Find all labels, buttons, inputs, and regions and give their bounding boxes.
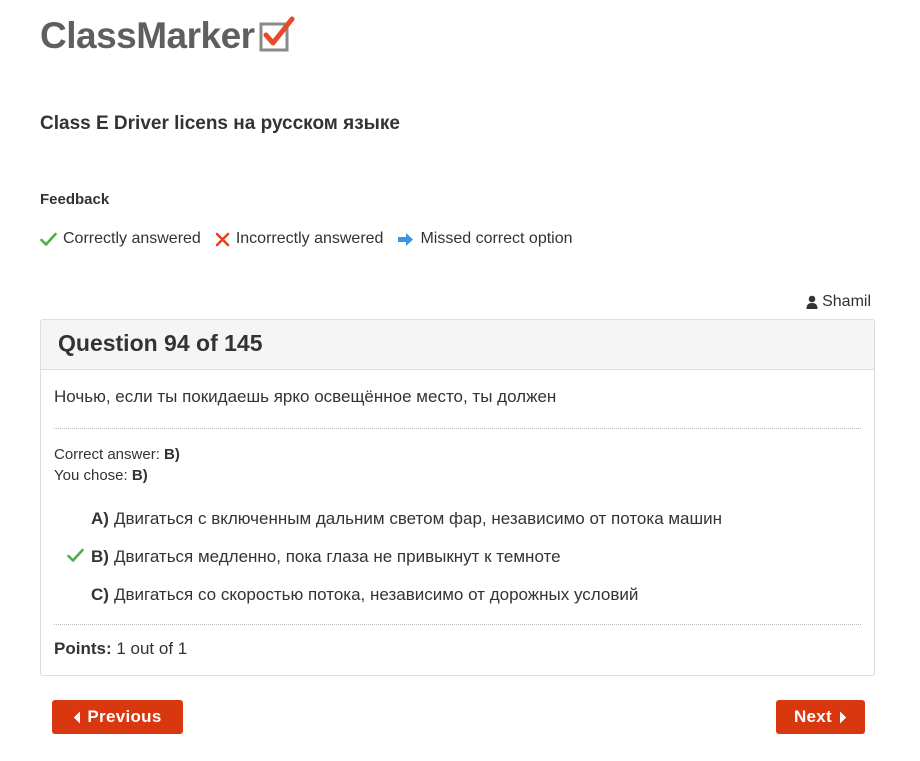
feedback-legend: Correctly answered Incorrectly answered … <box>40 230 587 248</box>
question-panel: Question 94 of 145 Ночью, если ты покида… <box>40 319 875 676</box>
legend-correct: Correctly answered <box>40 230 201 248</box>
legend-missed: Missed correct option <box>397 230 573 248</box>
check-icon <box>67 548 84 562</box>
user-icon <box>806 295 818 309</box>
check-icon <box>40 232 57 246</box>
chevron-right-icon <box>840 711 847 723</box>
correct-answer-value: B) <box>164 446 180 463</box>
cross-icon <box>215 232 230 246</box>
correct-answer-label: Correct answer: <box>54 446 160 463</box>
previous-button[interactable]: Previous <box>52 700 183 734</box>
answer-options: A) Двигаться с включенным дальним светом… <box>54 500 861 614</box>
arrow-right-icon <box>398 232 414 246</box>
you-chose-line: You chose: B) <box>54 465 861 486</box>
points-line: Points: 1 out of 1 <box>54 639 861 659</box>
legend-correct-label: Correctly answered <box>63 230 201 247</box>
question-text: Ночью, если ты покидаешь ярко освещённое… <box>54 387 557 406</box>
user-info: Shamil <box>806 293 871 311</box>
option-text: Двигаться с включенным дальним светом фа… <box>113 509 723 528</box>
you-chose-label: You chose: <box>54 467 128 484</box>
option-text: Двигаться медленно, пока глаза не привык… <box>113 547 561 566</box>
option-letter: B) <box>91 547 109 566</box>
legend-incorrect: Incorrectly answered <box>215 230 384 248</box>
classmarker-logo: ClassMarker <box>40 8 295 54</box>
option-text: Двигаться со скоростью потока, независим… <box>113 585 639 604</box>
next-button[interactable]: Next <box>776 700 865 734</box>
correct-answer-line: Correct answer: B) <box>54 444 861 465</box>
legend-incorrect-label: Incorrectly answered <box>235 230 384 247</box>
legend-missed-label: Missed correct option <box>420 230 573 247</box>
points-label: Points: <box>54 639 112 658</box>
option-letter: C) <box>91 585 109 604</box>
answer-option-b: B) Двигаться медленно, пока глаза не при… <box>54 538 861 576</box>
divider <box>54 428 861 429</box>
question-panel-header: Question 94 of 145 <box>41 320 874 370</box>
checkbox-check-icon <box>259 16 295 52</box>
answer-option-a: A) Двигаться с включенным дальним светом… <box>54 500 861 538</box>
next-button-label: Next <box>793 707 833 726</box>
option-letter: A) <box>91 509 109 528</box>
question-number: Question 94 of 145 <box>58 330 263 356</box>
user-name: Shamil <box>822 293 871 310</box>
answer-option-c: C) Двигаться со скоростью потока, незави… <box>54 576 861 614</box>
chevron-left-icon <box>74 711 81 723</box>
you-chose-value: B) <box>131 467 148 484</box>
points-value: 1 out of 1 <box>116 639 188 658</box>
question-panel-body: Ночью, если ты покидаешь ярко освещённое… <box>41 387 874 659</box>
quiz-title: Class E Driver licens на русском языке <box>40 113 400 134</box>
divider <box>54 624 861 625</box>
previous-button-label: Previous <box>87 707 162 726</box>
feedback-heading: Feedback <box>40 191 110 208</box>
logo-text: ClassMarker <box>40 15 255 56</box>
